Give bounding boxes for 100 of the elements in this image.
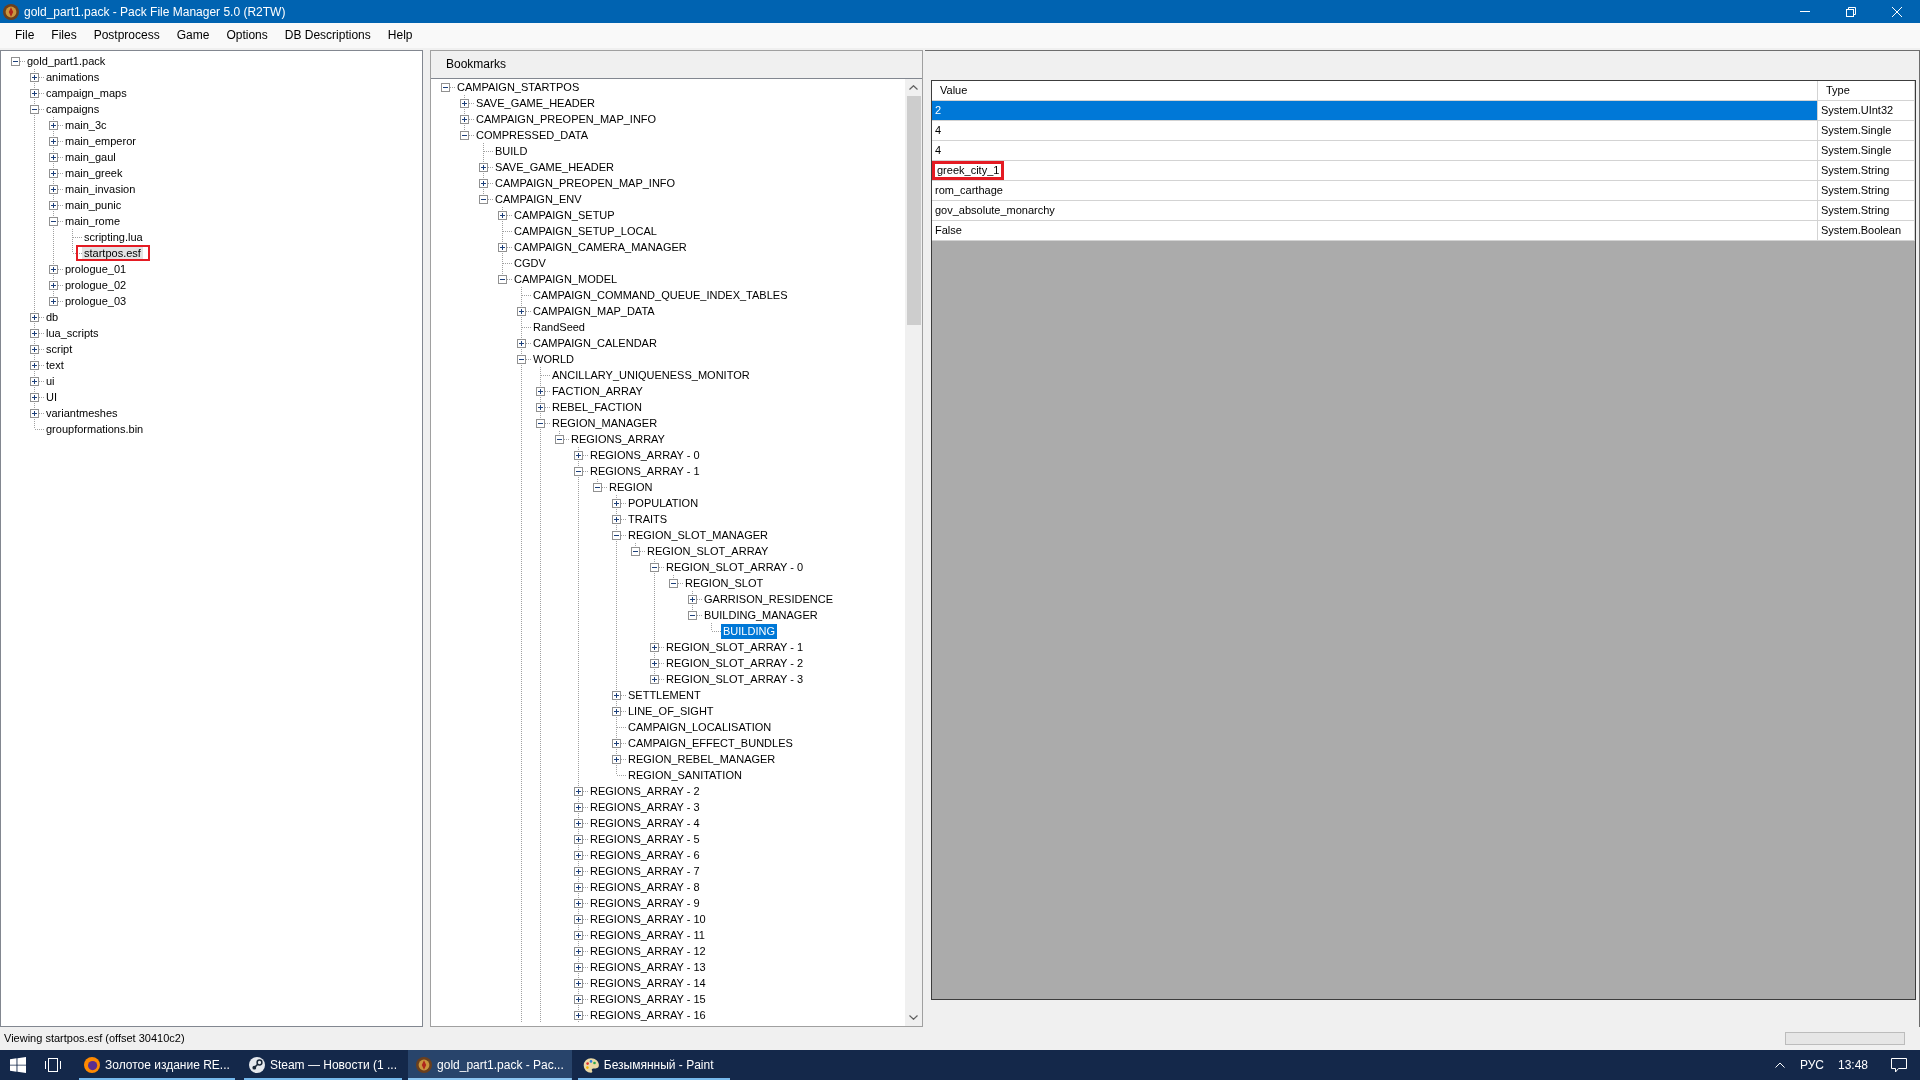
plus-icon[interactable] — [612, 515, 621, 524]
language-indicator[interactable]: РУС — [1791, 1056, 1832, 1074]
tree-item[interactable]: REGION_MANAGER — [550, 415, 660, 431]
plus-icon[interactable] — [688, 595, 697, 604]
tree-item[interactable]: main_rome — [63, 213, 123, 229]
tree-item[interactable]: CAMPAIGN_ENV — [493, 191, 584, 207]
tree-item[interactable]: groupformations.bin — [44, 421, 146, 437]
plus-icon[interactable] — [574, 995, 583, 1004]
tree-item[interactable]: POPULATION — [626, 495, 701, 511]
tree-item[interactable]: CAMPAIGN_PREOPEN_MAP_INFO — [474, 111, 659, 127]
menu-item[interactable]: DB Descriptions — [276, 25, 379, 46]
plus-icon[interactable] — [517, 339, 526, 348]
tree-item[interactable]: BUILDING — [721, 623, 777, 639]
tree-item[interactable]: REGION_SANITATION — [626, 767, 744, 783]
tree-item[interactable]: REGIONS_ARRAY - 12 — [588, 943, 708, 959]
plus-icon[interactable] — [30, 361, 39, 370]
plus-icon[interactable] — [49, 153, 58, 162]
tree-item[interactable]: REGIONS_ARRAY - 16 — [588, 1007, 708, 1023]
tree-item[interactable]: REGIONS_ARRAY - 13 — [588, 959, 708, 975]
tree-item[interactable]: scripting.lua — [82, 229, 145, 245]
tree-item[interactable]: CAMPAIGN_LOCALISATION — [626, 719, 774, 735]
tree-item[interactable]: BUILD — [493, 143, 530, 159]
menu-item[interactable]: Game — [168, 25, 218, 46]
tree-item[interactable]: prologue_02 — [63, 277, 129, 293]
tree-item[interactable]: text — [44, 357, 66, 373]
plus-icon[interactable] — [574, 451, 583, 460]
tree-item[interactable]: UI — [44, 389, 59, 405]
tree-item[interactable]: main_3c — [63, 117, 109, 133]
minus-icon[interactable] — [479, 195, 488, 204]
plus-icon[interactable] — [574, 915, 583, 924]
tree-item[interactable]: REGIONS_ARRAY - 2 — [588, 783, 702, 799]
taskbar-item[interactable]: gold_part1.pack - Pac... — [408, 1050, 572, 1080]
plus-icon[interactable] — [574, 899, 583, 908]
tree-item[interactable]: GARRISON_RESIDENCE — [702, 591, 835, 607]
tree-item[interactable]: gold_part1.pack — [25, 53, 108, 69]
tree-item[interactable]: REGION_SLOT_ARRAY - 3 — [664, 671, 806, 687]
plus-icon[interactable] — [574, 931, 583, 940]
plus-icon[interactable] — [49, 185, 58, 194]
tree-item[interactable]: SAVE_GAME_HEADER — [474, 95, 597, 111]
tree-item[interactable]: CAMPAIGN_SETUP_LOCAL — [512, 223, 659, 239]
tree-item[interactable]: CAMPAIGN_CALENDAR — [531, 335, 659, 351]
tree-item[interactable]: REGION_SLOT_ARRAY — [645, 543, 771, 559]
tree-item[interactable]: ANCILLARY_UNIQUENESS_MONITOR — [550, 367, 752, 383]
tree-item[interactable]: SAVE_GAME_HEADER — [493, 159, 616, 175]
tree-item[interactable]: script — [44, 341, 75, 357]
minus-icon[interactable] — [593, 483, 602, 492]
tree-item[interactable]: campaigns — [44, 101, 102, 117]
plus-icon[interactable] — [650, 643, 659, 652]
tree-item[interactable]: animations — [44, 69, 102, 85]
tree-item[interactable]: REGIONS_ARRAY - 8 — [588, 879, 702, 895]
minus-icon[interactable] — [11, 57, 20, 66]
plus-icon[interactable] — [498, 243, 507, 252]
tree-item[interactable]: startpos.esf — [82, 247, 143, 259]
plus-icon[interactable] — [30, 377, 39, 386]
tree-item[interactable]: REGION — [607, 479, 655, 495]
tree-item[interactable]: REGIONS_ARRAY - 14 — [588, 975, 708, 991]
plus-icon[interactable] — [574, 867, 583, 876]
tree-item[interactable]: CAMPAIGN_EFFECT_BUNDLES — [626, 735, 795, 751]
plus-icon[interactable] — [574, 803, 583, 812]
plus-icon[interactable] — [49, 265, 58, 274]
tree-item[interactable]: REGIONS_ARRAY - 10 — [588, 911, 708, 927]
tree-item[interactable]: ui — [44, 373, 57, 389]
plus-icon[interactable] — [49, 137, 58, 146]
tree-item[interactable]: COMPRESSED_DATA — [474, 127, 591, 143]
plus-icon[interactable] — [517, 307, 526, 316]
plus-icon[interactable] — [612, 707, 621, 716]
minus-icon[interactable] — [498, 275, 507, 284]
tree-item[interactable]: CGDV — [512, 255, 548, 271]
plus-icon[interactable] — [30, 89, 39, 98]
minus-icon[interactable] — [574, 467, 583, 476]
plus-icon[interactable] — [49, 297, 58, 306]
tree-item[interactable]: main_emperor — [63, 133, 138, 149]
plus-icon[interactable] — [574, 979, 583, 988]
tree-item[interactable]: REGIONS_ARRAY - 11 — [588, 927, 707, 943]
plus-icon[interactable] — [612, 691, 621, 700]
plus-icon[interactable] — [612, 739, 621, 748]
tree-item[interactable]: CAMPAIGN_MAP_DATA — [531, 303, 657, 319]
tree-item[interactable]: REGIONS_ARRAY - 6 — [588, 847, 702, 863]
tree-item[interactable]: REGION_SLOT — [683, 575, 766, 591]
minus-icon[interactable] — [669, 579, 678, 588]
tree-item[interactable]: REGIONS_ARRAY - 3 — [588, 799, 702, 815]
tree-item[interactable]: main_greek — [63, 165, 125, 181]
minus-icon[interactable] — [688, 611, 697, 620]
plus-icon[interactable] — [498, 211, 507, 220]
plus-icon[interactable] — [30, 409, 39, 418]
minus-icon[interactable] — [555, 435, 564, 444]
plus-icon[interactable] — [574, 883, 583, 892]
plus-icon[interactable] — [536, 387, 545, 396]
tree-item[interactable]: REGIONS_ARRAY - 0 — [588, 447, 702, 463]
tree-item[interactable]: REGION_SLOT_MANAGER — [626, 527, 770, 543]
bookmarks-button[interactable]: Bookmarks — [442, 54, 511, 75]
tree-item[interactable]: TRAITS — [626, 511, 670, 527]
tree-item[interactable]: REGION_SLOT_ARRAY - 2 — [664, 655, 806, 671]
plus-icon[interactable] — [574, 819, 583, 828]
menu-item[interactable]: Postprocess — [85, 25, 168, 46]
tree-item[interactable]: REGIONS_ARRAY - 7 — [588, 863, 702, 879]
plus-icon[interactable] — [49, 169, 58, 178]
plus-icon[interactable] — [460, 115, 469, 124]
tree-item[interactable]: CAMPAIGN_STARTPOS — [455, 79, 582, 95]
minus-icon[interactable] — [650, 563, 659, 572]
